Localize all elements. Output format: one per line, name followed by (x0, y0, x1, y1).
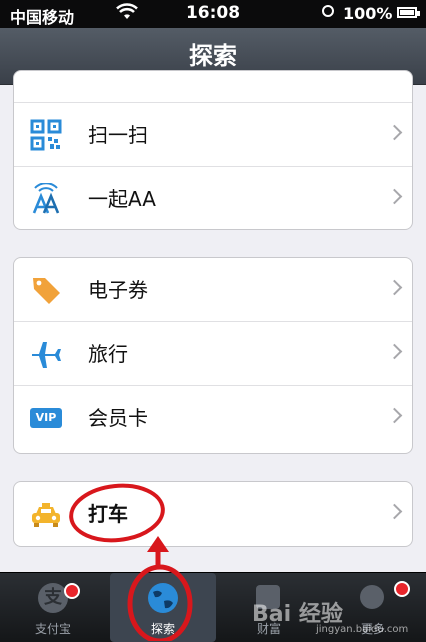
menu-group-taxi: 打车 (13, 481, 413, 547)
chevron-right-icon (386, 343, 403, 360)
vip-card-icon: VIP (30, 402, 62, 434)
chevron-right-icon (386, 124, 403, 141)
coupon-tag-icon (30, 274, 62, 306)
battery-percent: 100% (343, 4, 393, 23)
menu-item-scan[interactable]: 扫一扫 (14, 103, 412, 167)
page-title: 探索 (189, 42, 237, 70)
menu-item-travel[interactable]: 旅行 (14, 322, 412, 386)
menu-group-tools: 扫一扫 一起AA (13, 70, 413, 230)
menu-item-label: 打车 (88, 502, 128, 526)
menu-item-label: 电子券 (88, 278, 148, 302)
alarm-clock-icon (322, 5, 334, 17)
menu-item-coupon[interactable]: 电子券 (14, 258, 412, 322)
vip-badge-text: VIP (30, 408, 62, 428)
watermark-url: jingyan.baidu.com (316, 624, 409, 635)
status-bar: 中国移动 16:08 100% (0, 0, 426, 28)
tab-label: 支付宝 (34, 622, 71, 636)
battery-fill (400, 10, 414, 15)
chevron-right-icon (386, 407, 403, 424)
menu-group-wallet: 电子券 旅行 VIP 会员卡 (13, 257, 413, 454)
battery-icon (397, 7, 420, 18)
menu-item-label: 会员卡 (88, 406, 148, 430)
taxi-icon (30, 498, 62, 530)
menu-item-aa[interactable]: 一起AA (14, 167, 412, 229)
chevron-right-icon (386, 188, 403, 205)
menu-item-label: 旅行 (88, 342, 128, 366)
menu-item-member-card[interactable]: VIP 会员卡 (14, 386, 412, 450)
menu-item-label: 一起AA (88, 187, 156, 211)
airplane-icon (30, 338, 62, 370)
menu-item-label: 扫一扫 (88, 123, 148, 147)
tab-label: 探索 (150, 622, 175, 636)
menu-item-taxi[interactable]: 打车 (14, 482, 412, 546)
list-item (14, 71, 412, 103)
aa-pay-icon (30, 182, 62, 215)
tab-alipay[interactable]: 支 支付宝 (0, 573, 106, 642)
more-icon (360, 585, 384, 609)
globe-icon (146, 581, 180, 619)
notification-badge (394, 581, 410, 597)
tab-explore[interactable]: 探索 (110, 573, 216, 642)
chevron-right-icon (386, 279, 403, 296)
notification-badge (64, 583, 80, 599)
chevron-right-icon (386, 503, 403, 520)
qr-code-icon (30, 119, 62, 151)
